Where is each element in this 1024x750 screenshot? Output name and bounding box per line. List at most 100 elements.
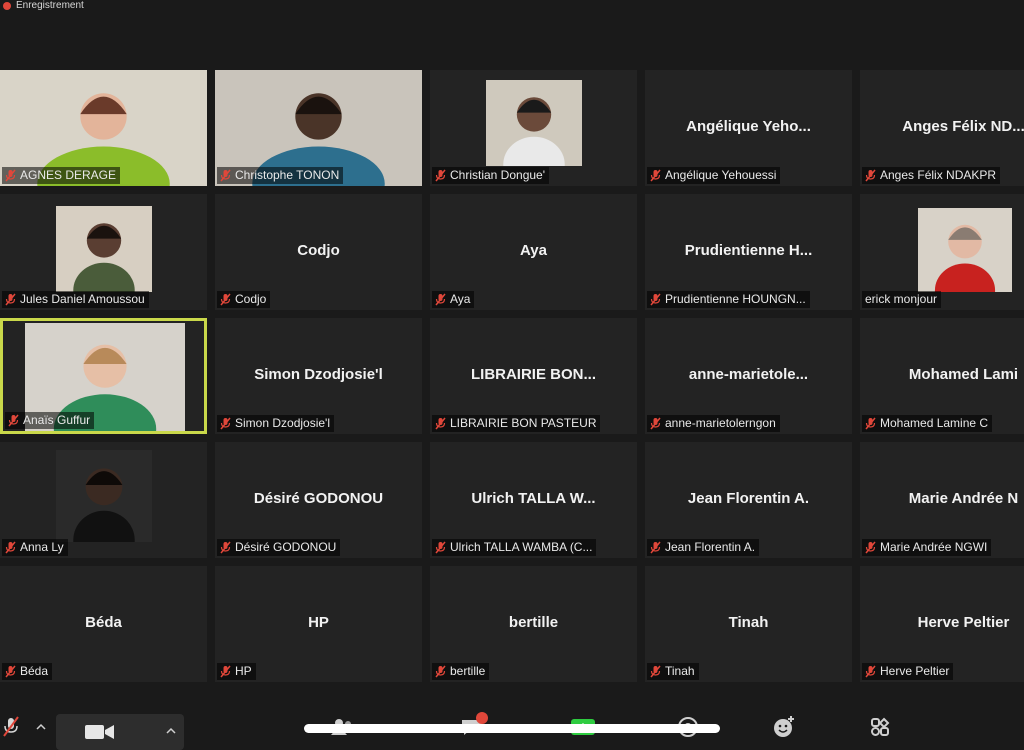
participant-nameplate: Anna Ly (2, 539, 68, 556)
mic-muted-icon (220, 417, 231, 430)
participant-tile[interactable]: AGNES DERAGE (0, 70, 207, 186)
person-silhouette-icon (73, 223, 135, 292)
participant-name-label: Aya (450, 292, 471, 306)
participant-tile[interactable]: Jules Daniel Amoussou (0, 194, 207, 310)
participant-video (486, 80, 582, 166)
participant-name-label: Christophe TONON (235, 168, 340, 182)
participant-name-label: Christian Dongue' (450, 168, 546, 182)
participant-display-name: Mohamed Lami (908, 366, 1019, 383)
mic-muted-icon (435, 417, 446, 430)
participant-tile[interactable]: Codjo Codjo (215, 194, 422, 310)
participant-tile[interactable]: Anaïs Guffur (0, 318, 207, 434)
participant-display-name: Anges Félix ND... (902, 118, 1024, 135)
participant-nameplate: Tinah (647, 663, 699, 680)
participant-display-name: Simon Dzodjosie'l (254, 366, 383, 383)
recording-indicator: Enregistrement (0, 0, 1024, 14)
participant-display-name: LIBRAIRIE BON... (470, 366, 596, 383)
participant-video (918, 208, 1012, 292)
participant-tile[interactable]: LIBRAIRIE BON... LIBRAIRIE BON PASTEUR (430, 318, 637, 434)
participant-video (56, 450, 152, 542)
mic-muted-icon (435, 293, 446, 306)
participant-display-name: HP (308, 614, 329, 631)
person-silhouette-icon (73, 468, 135, 542)
participant-nameplate: Codjo (217, 291, 271, 308)
participant-tile[interactable]: Béda Béda (0, 566, 207, 682)
gallery-grid: AGNES DERAGE Christophe TONON Christian Do… (0, 70, 1024, 690)
person-silhouette-icon (503, 97, 565, 166)
mic-muted-icon (650, 541, 661, 554)
participant-display-name: Prudientienne H... (684, 242, 813, 259)
mic-muted-icon (435, 665, 446, 678)
apps-button[interactable] (864, 710, 896, 744)
chevron-up-icon (36, 723, 46, 730)
participant-name-label: Jean Florentin A. (665, 540, 756, 554)
participant-tile[interactable]: Mohamed Lami Mohamed Lamine C (860, 318, 1024, 434)
mic-muted-icon (865, 665, 876, 678)
mic-muted-icon (650, 665, 661, 678)
apps-icon (871, 717, 890, 736)
horizontal-scrollbar[interactable] (304, 724, 720, 733)
mic-muted-icon (8, 414, 19, 427)
mic-muted-icon (220, 541, 231, 554)
mic-muted-icon (650, 169, 661, 182)
participant-display-name: Aya (520, 242, 547, 259)
record-dot-icon (3, 2, 11, 10)
mic-muted-icon (3, 716, 19, 737)
participant-name-label: Angélique Yehouessi (665, 168, 777, 182)
mic-muted-icon (865, 541, 876, 554)
participant-tile[interactable]: Herve Peltier Herve Peltier (860, 566, 1024, 682)
participant-tile[interactable]: Tinah Tinah (645, 566, 852, 682)
participant-name-label: Herve Peltier (880, 664, 950, 678)
participant-name-label: Ulrich TALLA WAMBA (C... (450, 540, 593, 554)
participant-nameplate: LIBRAIRIE BON PASTEUR (432, 415, 601, 432)
participant-name-label: bertille (450, 664, 486, 678)
participant-tile[interactable]: erick monjour (860, 194, 1024, 310)
participant-tile[interactable]: Anna Ly (0, 442, 207, 558)
participant-tile[interactable]: Christophe TONON (215, 70, 422, 186)
participant-display-name: Tinah (728, 614, 769, 631)
participant-nameplate: Prudientienne HOUNGN... (647, 291, 810, 308)
participant-name-label: Marie Andrée NGWI (880, 540, 988, 554)
reactions-icon (774, 716, 794, 737)
stop-video-button[interactable] (56, 714, 184, 750)
mute-button[interactable] (0, 710, 22, 744)
participant-nameplate: Ulrich TALLA WAMBA (C... (432, 539, 597, 556)
participant-display-name: anne-marietole... (688, 366, 809, 383)
participant-display-name: Codjo (297, 242, 340, 259)
participant-tile[interactable]: Aya Aya (430, 194, 637, 310)
participant-tile[interactable]: Ulrich TALLA W... Ulrich TALLA WAMBA (C..… (430, 442, 637, 558)
participant-tile[interactable]: bertille bertille (430, 566, 637, 682)
participant-name-label: anne-marietolerngon (665, 416, 776, 430)
participant-display-name: Herve Peltier (917, 614, 1010, 631)
participant-tile[interactable]: Simon Dzodjosie'l Simon Dzodjosie'l (215, 318, 422, 434)
participant-tile[interactable]: Désiré GODONOU Désiré GODONOU (215, 442, 422, 558)
mic-muted-icon (865, 169, 876, 182)
reactions-button[interactable] (768, 710, 800, 744)
participant-tile[interactable]: Christian Dongue' (430, 70, 637, 186)
participant-tile[interactable]: Angélique Yeho... Angélique Yehouessi (645, 70, 852, 186)
participant-name-label: Mohamed Lamine C (880, 416, 989, 430)
mic-muted-icon (220, 169, 231, 182)
mic-muted-icon (435, 169, 446, 182)
participant-tile[interactable]: Marie Andrée N Marie Andrée NGWI (860, 442, 1024, 558)
participant-tile[interactable]: HP HP (215, 566, 422, 682)
participant-tile[interactable]: anne-marietole... anne-marietolerngon (645, 318, 852, 434)
participant-nameplate: erick monjour (862, 291, 942, 308)
participant-display-name: Jean Florentin A. (687, 490, 810, 507)
person-silhouette-icon (934, 224, 996, 292)
audio-options-button[interactable] (32, 710, 50, 744)
participant-tile[interactable]: Prudientienne H... Prudientienne HOUNGN..… (645, 194, 852, 310)
mic-muted-icon (650, 293, 661, 306)
participant-name-label: HP (235, 664, 252, 678)
participant-tile[interactable]: Jean Florentin A. Jean Florentin A. (645, 442, 852, 558)
participant-name-label: AGNES DERAGE (20, 168, 117, 182)
participant-tile[interactable]: Anges Félix ND... Anges Félix NDAKPR (860, 70, 1024, 186)
participant-nameplate: bertille (432, 663, 490, 680)
participant-nameplate: Christian Dongue' (432, 167, 550, 184)
participant-nameplate: Marie Andrée NGWI (862, 539, 992, 556)
participant-name-label: Prudientienne HOUNGN... (665, 292, 806, 306)
mic-muted-icon (435, 541, 446, 554)
mic-muted-icon (5, 665, 16, 678)
mic-muted-icon (220, 293, 231, 306)
participant-name-label: LIBRAIRIE BON PASTEUR (450, 416, 597, 430)
